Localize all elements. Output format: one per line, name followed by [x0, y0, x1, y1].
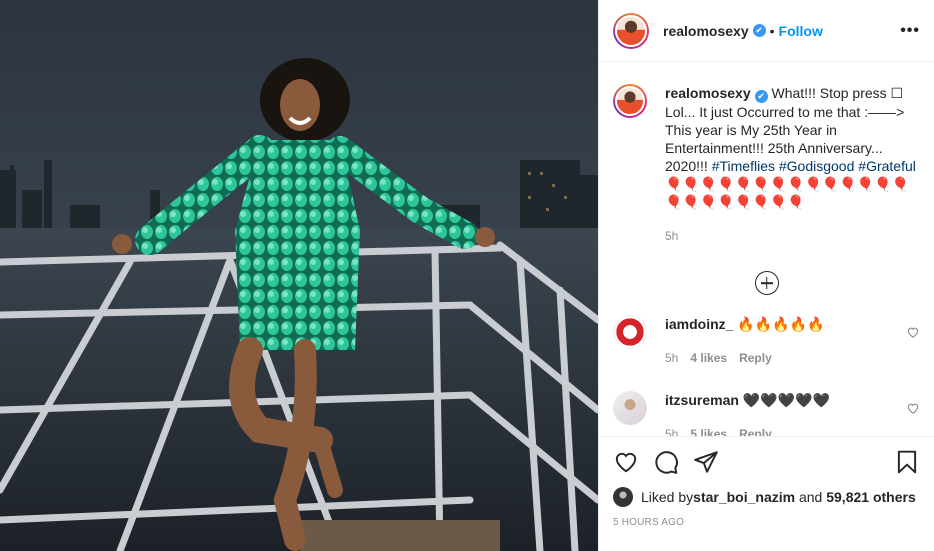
post-timestamp[interactable]: 5 HOURS AGO	[613, 517, 920, 528]
caption-username[interactable]: realomosexy	[665, 85, 751, 101]
author-username[interactable]: realomosexy	[663, 23, 749, 39]
likes-others[interactable]: 59,821 others	[826, 489, 916, 505]
caption-text: realomosexy ✔ What!!! Stop press ☐ Lol...…	[665, 84, 920, 211]
heart-icon[interactable]	[613, 449, 639, 475]
commenter-avatar[interactable]	[613, 315, 647, 349]
comment-body: 🔥🔥🔥🔥🔥	[737, 316, 825, 332]
comments-section[interactable]: realomosexy ✔ What!!! Stop press ☐ Lol...…	[599, 62, 934, 436]
comment-body: 🖤🖤🖤🖤🖤	[742, 392, 830, 408]
comment-item: itzsureman 🖤🖤🖤🖤🖤 5h 5 likes Reply	[613, 391, 920, 436]
comment-item: iamdoinz_ 🔥🔥🔥🔥🔥 5h 4 likes Reply	[613, 315, 920, 367]
caption-meta: 5h	[665, 227, 920, 245]
liker-username[interactable]: star_boi_nazim	[693, 489, 795, 505]
caption-verified-icon: ✔	[754, 90, 768, 103]
comment-heart-icon[interactable]	[906, 401, 920, 415]
commenter-username[interactable]: iamdoinz_	[665, 316, 733, 332]
hashtag-grateful[interactable]: #Grateful	[858, 158, 916, 174]
commenter-username[interactable]: itzsureman	[665, 392, 739, 408]
likes-summary: Liked by star_boi_nazim and 59,821 other…	[613, 487, 920, 507]
comment-text: itzsureman 🖤🖤🖤🖤🖤	[665, 391, 906, 409]
comment-time[interactable]: 5h	[665, 425, 678, 436]
caption-time[interactable]: 5h	[665, 227, 678, 245]
load-more-comments-icon[interactable]	[754, 271, 779, 295]
likes-and: and	[795, 489, 827, 505]
caption: realomosexy ✔ What!!! Stop press ☐ Lol...…	[613, 84, 920, 245]
load-more-comments	[613, 271, 920, 295]
action-icons	[613, 447, 920, 477]
comment-likes[interactable]: 4 likes	[690, 349, 727, 367]
likes-prefix: Liked by	[641, 489, 694, 505]
comment-heart-icon[interactable]	[906, 325, 920, 339]
separator-dot: •	[769, 22, 775, 39]
comment-text: iamdoinz_ 🔥🔥🔥🔥🔥	[665, 315, 906, 333]
comment-meta: 5h 5 likes Reply	[665, 425, 906, 436]
bookmark-icon[interactable]	[894, 449, 920, 475]
comment-icon[interactable]	[653, 449, 679, 475]
hashtag-godisgood[interactable]: #Godisgood	[779, 158, 855, 174]
comment-likes[interactable]: 5 likes	[690, 425, 727, 436]
post-actions: Liked by star_boi_nazim and 59,821 other…	[599, 436, 934, 528]
follow-button[interactable]: Follow	[779, 23, 823, 39]
caption-avatar[interactable]	[613, 84, 647, 118]
hashtag-timeflies[interactable]: #Timeflies	[712, 158, 775, 174]
instagram-post-modal: realomosexy ✔ • Follow ••• realomosexy ✔ …	[0, 0, 934, 551]
more-options-icon[interactable]: •••	[900, 22, 920, 40]
post-header: realomosexy ✔ • Follow •••	[599, 0, 934, 62]
comment-meta: 5h 4 likes Reply	[665, 349, 906, 367]
liker-avatar[interactable]	[613, 487, 633, 507]
author-avatar[interactable]	[613, 12, 649, 49]
reply-button[interactable]: Reply	[739, 425, 772, 436]
comment-time[interactable]: 5h	[665, 349, 678, 367]
caption-body-2: 🎈🎈🎈🎈🎈🎈🎈🎈🎈🎈🎈🎈🎈🎈🎈🎈🎈🎈🎈🎈🎈🎈	[665, 176, 910, 210]
reply-button[interactable]: Reply	[739, 349, 772, 367]
post-photo[interactable]	[0, 0, 598, 551]
verified-icon: ✔	[752, 24, 766, 37]
post-photo-illustration	[0, 0, 598, 551]
commenter-avatar[interactable]	[613, 391, 647, 425]
post-side-panel: realomosexy ✔ • Follow ••• realomosexy ✔ …	[598, 0, 934, 551]
share-icon[interactable]	[693, 449, 719, 475]
